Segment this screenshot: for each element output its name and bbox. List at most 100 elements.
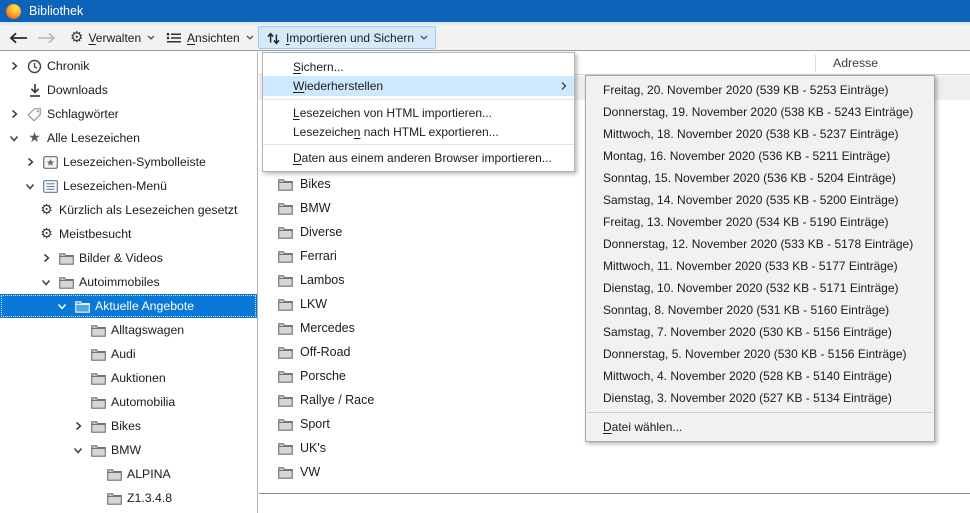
backup-menu-item[interactable]: Donnerstag, 19. November 2020 (538 KB - … <box>586 101 934 123</box>
sidebar-tree-item[interactable]: Lesezeichen-Symbolleiste <box>0 150 257 174</box>
folder-icon <box>91 348 106 361</box>
tree-expander-icon[interactable] <box>54 302 70 311</box>
menu-item-restore[interactable]: Wiederherstellen <box>263 76 574 96</box>
tree-expander-icon[interactable] <box>70 446 86 455</box>
folder-icon <box>59 252 74 265</box>
sidebar-tree-item[interactable]: Aktuelle Angebote <box>0 294 257 318</box>
tree-item-icon <box>90 396 107 409</box>
sidebar-tree-item[interactable]: Schlagwörter <box>0 102 257 126</box>
tree-item-icon <box>90 420 107 433</box>
tree-item-label: Lesezeichen-Menü <box>63 179 167 193</box>
menu-separator <box>263 144 574 145</box>
sidebar-tree-item[interactable]: ALPINA <box>0 462 257 486</box>
tree-expander-icon[interactable] <box>6 61 22 71</box>
bookmarks-sidebar: Chronik Downloads <box>0 52 258 513</box>
sidebar-tree-item[interactable]: BMW <box>0 438 257 462</box>
folder-icon <box>91 444 106 457</box>
tree-item-label: Aktuelle Angebote <box>95 299 194 313</box>
backup-menu-item[interactable]: Donnerstag, 5. November 2020 (530 KB - 5… <box>586 343 934 365</box>
tree-expander-icon[interactable] <box>38 253 54 263</box>
back-button[interactable] <box>6 28 30 48</box>
backup-menu-item-label: Dienstag, 10. November 2020 (532 KB - 51… <box>603 281 899 295</box>
download-icon <box>28 83 42 98</box>
folder-row-label: Ferrari <box>300 249 337 263</box>
folder-row[interactable]: VW <box>259 460 970 484</box>
backup-menu-item-label: Mittwoch, 11. November 2020 (533 KB - 51… <box>603 259 898 273</box>
manage-button[interactable]: Verwalten <box>62 26 163 49</box>
tree-expander-icon[interactable] <box>22 157 38 167</box>
backup-menu-item-label: Samstag, 14. November 2020 (535 KB - 520… <box>603 193 899 207</box>
tree-item-label: Alle Lesezeichen <box>47 131 140 145</box>
folder-icon <box>278 466 293 479</box>
tree-item-icon <box>26 83 43 98</box>
tree-expander-icon[interactable] <box>22 182 38 191</box>
backup-menu-item[interactable]: Donnerstag, 12. November 2020 (533 KB - … <box>586 233 934 255</box>
tree-item-label: Bikes <box>111 419 141 433</box>
back-arrow-icon <box>8 32 29 44</box>
tree-expander-icon[interactable] <box>70 421 86 431</box>
gear-icon <box>70 30 83 45</box>
backup-menu-item-label: Sonntag, 8. November 2020 (531 KB - 5160… <box>603 303 889 317</box>
sidebar-tree-item[interactable]: Auktionen <box>0 366 257 390</box>
menu-item-import-html[interactable]: Lesezeichen von HTML importieren... <box>263 103 574 122</box>
sidebar-tree-item[interactable]: Z1.3.4.8 <box>0 486 257 510</box>
backup-menu-item[interactable]: Samstag, 7. November 2020 (530 KB - 5156… <box>586 321 934 343</box>
backup-menu-item[interactable]: Sonntag, 8. November 2020 (531 KB - 5160… <box>586 299 934 321</box>
backup-menu-item[interactable]: Freitag, 20. November 2020 (539 KB - 525… <box>586 79 934 101</box>
backup-menu-item[interactable]: Freitag, 13. November 2020 (534 KB - 519… <box>586 211 934 233</box>
folder-row-label: Diverse <box>300 225 342 239</box>
tree-item-icon <box>26 59 43 74</box>
forward-button[interactable] <box>34 28 58 48</box>
sidebar-tree-item[interactable]: Audi <box>0 342 257 366</box>
menu-item-backup[interactable]: Sichern... <box>263 57 574 76</box>
column-header-adresse[interactable]: Adresse <box>833 56 878 70</box>
sidebar-tree-item[interactable]: Alle Lesezeichen <box>0 126 257 150</box>
column-divider[interactable] <box>815 55 816 72</box>
sidebar-tree-item[interactable]: Downloads <box>0 78 257 102</box>
backup-menu-item[interactable]: Mittwoch, 18. November 2020 (538 KB - 52… <box>586 123 934 145</box>
folder-row-label: Mercedes <box>300 321 355 335</box>
sidebar-tree-item[interactable]: Autoimmobiles <box>0 270 257 294</box>
sidebar-tree-item[interactable]: Alltagswagen <box>0 318 257 342</box>
clock-icon <box>27 59 42 74</box>
backup-menu-item[interactable]: Mittwoch, 11. November 2020 (533 KB - 51… <box>586 255 934 277</box>
sidebar-tree-item[interactable]: Kürzlich als Lesezeichen gesetzt <box>0 198 257 222</box>
backup-menu-item[interactable]: Samstag, 14. November 2020 (535 KB - 520… <box>586 189 934 211</box>
sidebar-tree-item[interactable]: Lesezeichen-Menü <box>0 174 257 198</box>
menu-item-import-browser-data[interactable]: Daten aus einem anderen Browser importie… <box>263 148 574 167</box>
tree-item-label: Downloads <box>47 83 108 97</box>
sidebar-tree-item[interactable]: Bilder & Videos <box>0 246 257 270</box>
tree-item-icon <box>58 276 75 289</box>
menu-item-export-html[interactable]: Lesezeichen nach HTML exportieren... <box>263 122 574 141</box>
backup-date-list: Freitag, 20. November 2020 (539 KB - 525… <box>586 79 934 409</box>
submenu-arrow-icon <box>561 82 567 91</box>
folder-icon <box>278 418 293 431</box>
tree-item-label: ALPINA <box>127 467 171 481</box>
sidebar-tree-item[interactable]: Meistbesucht <box>0 222 257 246</box>
folder-icon <box>278 370 293 383</box>
folder-icon <box>278 394 293 407</box>
manage-label: Verwalten <box>88 31 141 45</box>
backup-menu-item[interactable]: Mittwoch, 4. November 2020 (528 KB - 514… <box>586 365 934 387</box>
sidebar-tree-item[interactable]: Chronik <box>0 54 257 78</box>
tree-expander-icon[interactable] <box>38 278 54 287</box>
sidebar-tree-item[interactable]: Automobilia <box>0 390 257 414</box>
tree-expander-icon[interactable] <box>6 134 22 143</box>
titlebar: Bibliothek <box>0 0 970 22</box>
tree-item-label: Autoimmobiles <box>79 275 160 289</box>
sidebar-tree-item[interactable]: Bikes <box>0 414 257 438</box>
folder-icon <box>278 226 293 239</box>
import-backup-button[interactable]: Importieren und Sichern <box>258 26 436 49</box>
backup-menu-item[interactable]: Sonntag, 15. November 2020 (536 KB - 520… <box>586 167 934 189</box>
backup-menu-item[interactable]: Montag, 16. November 2020 (536 KB - 5211… <box>586 145 934 167</box>
folder-row-label: LKW <box>300 297 327 311</box>
choose-file-menu-item[interactable]: Datei wählen... <box>586 416 934 438</box>
tree-expander-icon[interactable] <box>6 109 22 119</box>
backup-menu-item[interactable]: Dienstag, 10. November 2020 (532 KB - 51… <box>586 277 934 299</box>
backup-menu-item[interactable]: Dienstag, 3. November 2020 (527 KB - 513… <box>586 387 934 409</box>
tree-item-icon <box>90 348 107 361</box>
tree-item-icon <box>74 300 91 313</box>
tree-item-icon <box>90 444 107 457</box>
views-button[interactable]: Ansichten <box>158 26 262 49</box>
views-list-icon <box>166 32 182 44</box>
